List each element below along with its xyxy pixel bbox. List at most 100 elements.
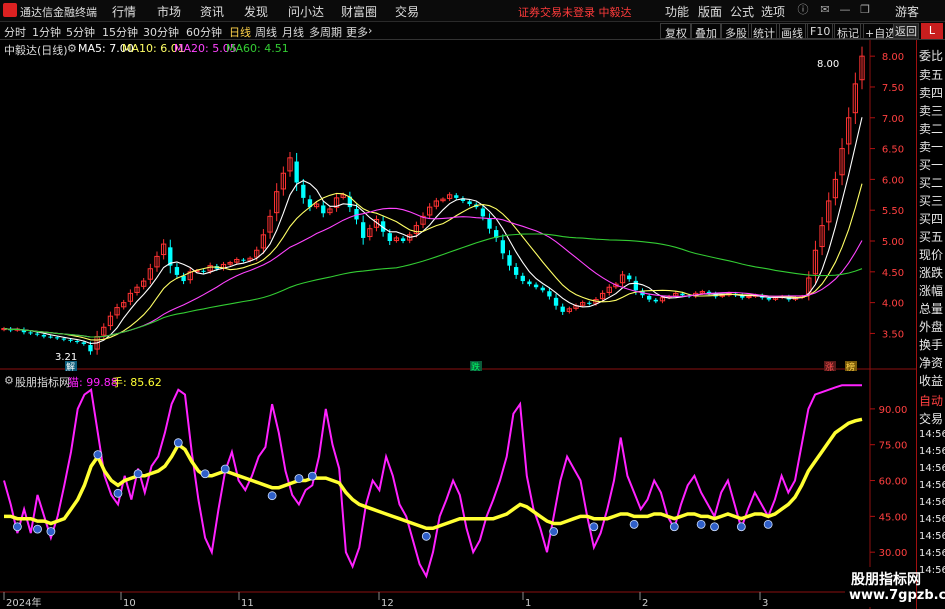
panel-price: 现价 [919,248,944,262]
period-1min[interactable]: 1分钟 [32,24,61,40]
panel-time: 14:56 [919,463,945,474]
candle-body [61,338,67,340]
candle-body [527,281,532,285]
panel-auto[interactable]: 自动 [919,392,943,409]
ma5-line [3,117,863,345]
candle-body [500,240,505,254]
menu-market-quote[interactable]: 行情 [112,3,136,20]
period-60min[interactable]: 60分钟 [186,24,222,40]
signal-face-icon [200,469,210,479]
mail-icon[interactable]: ✉ [818,3,832,17]
candle-body [540,287,545,291]
info-icon[interactable]: ⓘ [796,3,810,17]
signal-face-icon [220,464,230,474]
title-bar: 通达信金融终端 行情 市场 资讯 发现 问小达 财富圈 交易 证券交易未登录 中… [0,0,945,22]
app-logo-icon [3,3,17,17]
candle-body [454,195,459,198]
candle-body [35,333,40,335]
candle-body [520,275,525,282]
signal-face-icon [267,491,277,501]
period-more[interactable]: 更多 [346,24,368,40]
signal-face-icon [421,531,431,541]
chevron-right-icon[interactable]: › [368,24,372,37]
app-title: 通达信金融终端 [20,6,97,19]
candle-body [48,336,53,338]
indicator-tick-label: 60.00 [879,477,908,488]
signal-face-icon [629,519,639,529]
menu-options[interactable]: 选项 [761,3,785,20]
draw-line-button[interactable]: 画线 [776,23,808,40]
menu-wealth-circle[interactable]: 财富圈 [341,3,377,20]
price-tick-label: 6.50 [882,145,904,156]
signal-face-icon [710,522,719,532]
stock-name-label: 中毅达(日线) [4,44,68,57]
candle-body [321,205,326,214]
panel-buy3: 买三 [919,194,944,208]
indicator-gear-icon[interactable]: ⚙ [4,374,14,387]
price-tick-label: 4.50 [882,268,904,279]
date-label: 1 [525,598,531,609]
panel-weibi: 委比 [919,49,944,63]
date-axis: 2024年 10 11 12 1 2 3 [3,592,768,609]
period-monthly[interactable]: 月线 [282,24,304,40]
f10-button[interactable]: F10 [805,23,836,39]
restore-rights-button[interactable]: 复权 [660,23,692,40]
panel-time: 14:56 [919,548,945,559]
period-daily[interactable]: 日线 [229,24,251,40]
candle-body [294,161,299,183]
minimize-icon[interactable]: — [838,3,852,17]
indicator-tick-label: 45.00 [879,512,908,523]
watermark-url: www.7gpzb.com [849,588,945,603]
candle-body [55,337,60,339]
ma20-line [3,207,863,338]
menu-layout[interactable]: 版面 [698,3,722,20]
indicator-axis: 30.00 45.00 60.00 75.00 90.00 [870,405,907,559]
panel-toggle-button[interactable]: L [921,23,943,39]
panel-sell2: 卖二 [919,122,944,136]
candle-body [553,297,559,306]
login-warning[interactable]: 证券交易未登录 中毅达 [518,4,632,20]
indicator-v1-label: 猫: 99.88 [68,376,118,389]
ma60-line [3,233,863,338]
indicator-v2-label: 手: 85.62 [112,376,162,389]
menu-trade[interactable]: 交易 [395,3,419,20]
period-30min[interactable]: 30分钟 [143,24,179,40]
price-tick-label: 5.50 [882,206,904,217]
date-label: 11 [241,598,254,609]
signal-zhang: 涨 [825,362,834,373]
menu-market[interactable]: 市场 [157,3,181,20]
signal-face-icon [173,438,183,448]
panel-sell5: 卖五 [919,68,944,82]
panel-change-pct: 涨幅 [919,284,944,298]
menu-function[interactable]: 功能 [665,3,689,20]
period-fenshi[interactable]: 分时 [4,24,26,40]
panel-trade[interactable]: 交易 [919,410,943,427]
restore-icon[interactable]: ❐ [858,3,872,17]
candle-body [766,297,772,300]
kline-chart-area[interactable]: 3.50 4.00 4.50 5.00 5.50 6.00 6.50 7.00 7.50 8.00… [0,40,916,609]
menu-news[interactable]: 资讯 [200,3,224,20]
price-axis: 3.50 4.00 4.50 5.00 5.50 6.00 6.50 7.00 7.50 8.00 [870,52,904,340]
candle-body [28,332,33,334]
settings-gear-icon[interactable]: ⚙ [67,42,77,55]
overlay-button[interactable]: 叠加 [690,23,722,40]
signal-face-icon [736,522,746,532]
menu-formula[interactable]: 公式 [730,3,754,20]
panel-buy5: 买五 [919,230,944,244]
menu-discover[interactable]: 发现 [244,3,268,20]
guest-button[interactable]: 游客 [895,3,919,20]
date-label: 2 [642,598,648,609]
period-5min[interactable]: 5分钟 [66,24,95,40]
watermark-title: 股朋指标网 [851,572,921,588]
period-multi[interactable]: 多周期 [309,24,342,40]
watermark: 股朋指标网 www.7gpzb.com [845,567,945,607]
panel-time: 14:56 [919,565,945,576]
signal-face-icon [294,474,304,483]
candle-body [361,222,366,238]
period-weekly[interactable]: 周线 [255,24,277,40]
menu-wenxiaoda[interactable]: 问小达 [288,3,324,20]
moving-average-lines [3,117,863,345]
period-15min[interactable]: 15分钟 [102,24,138,40]
candle-body [241,259,246,261]
back-button[interactable]: 返回 [893,23,919,39]
